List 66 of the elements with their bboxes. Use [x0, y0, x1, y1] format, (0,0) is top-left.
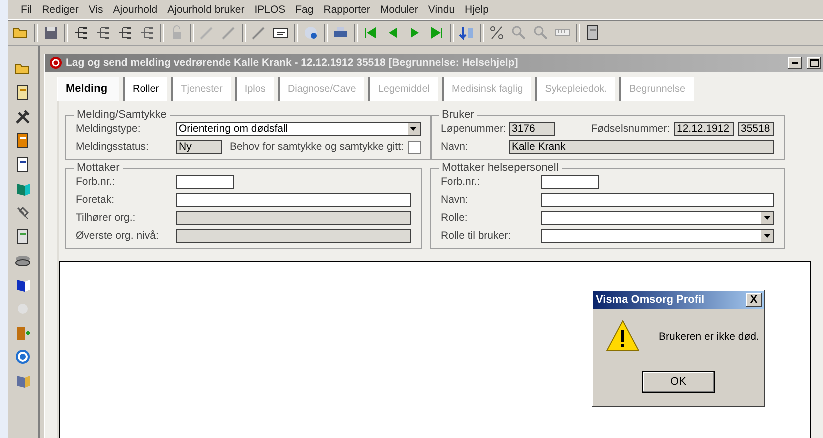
field-label: Forb.nr.:: [441, 176, 482, 188]
field-label: Navn:: [441, 194, 470, 206]
field-label: Tilhører org.:: [76, 212, 137, 224]
field-label: Forb.nr.:: [76, 176, 116, 188]
date-field: 12.12.1912: [674, 122, 734, 136]
save-icon[interactable]: [42, 24, 60, 42]
field-label: Meldingstype:: [76, 123, 142, 135]
stop-icon: [49, 56, 63, 70]
menu-item[interactable]: Rediger: [37, 4, 84, 16]
maximize-button[interactable]: [807, 57, 821, 69]
input-field[interactable]: [176, 175, 234, 189]
sort-icon[interactable]: [458, 24, 476, 42]
menu-item[interactable]: Ajourhold: [108, 4, 163, 16]
window-title: Lag og send melding vedrørende Kalle Krank - 12.12.1912 35518 [Begrunnelse: Helsehjelp]: [66, 57, 520, 69]
menu-item[interactable]: IPLOS: [250, 4, 291, 16]
input-field[interactable]: [541, 175, 599, 189]
status-field: Ny: [176, 140, 222, 154]
tree-icon[interactable]: [116, 24, 134, 42]
menu-item[interactable]: Rapporter: [318, 4, 376, 16]
caret-icon: [410, 127, 418, 131]
tree-icon[interactable]: [138, 24, 156, 42]
dialog-message: Brukeren er ikke død.: [659, 331, 760, 343]
minimize-icon: [792, 62, 798, 64]
checkbox[interactable]: [408, 140, 421, 154]
field-label: Løpenummer:: [441, 123, 505, 135]
menu-item[interactable]: Fag: [290, 4, 319, 16]
dropdown-field[interactable]: [541, 211, 774, 225]
input-field[interactable]: [176, 193, 411, 207]
caret-icon: [764, 234, 770, 238]
tree-icon[interactable]: [94, 24, 112, 42]
minimize-button[interactable]: [788, 57, 802, 69]
checkbox-label: Behov for samtykke og samtykke gitt:: [230, 141, 404, 153]
field-label: Rolle:: [441, 212, 469, 224]
menu-item[interactable]: Fil: [16, 4, 38, 16]
caret-icon: [764, 216, 770, 220]
globe-icon[interactable]: [302, 24, 320, 42]
tree-icon[interactable]: [72, 24, 90, 42]
name-field: Kalle Krank: [509, 140, 774, 154]
menu-item[interactable]: Ajourhold bruker: [162, 4, 250, 16]
number-field: 35518: [738, 122, 774, 136]
ok-button[interactable]: OK: [642, 371, 715, 393]
field-label: Navn:: [441, 141, 470, 153]
group-title: Bruker: [441, 109, 476, 121]
field-label: Øverste org. nivå:: [76, 230, 160, 242]
group-title: Mottaker helsepersonell: [441, 162, 560, 174]
field-label: Rolle til bruker:: [441, 230, 512, 242]
menu-item[interactable]: Vindu: [423, 4, 460, 16]
tools-icon[interactable]: [14, 108, 32, 126]
field-label: Meldingsstatus:: [76, 141, 150, 153]
tab[interactable]: Roller: [123, 77, 168, 101]
percent-icon[interactable]: [488, 24, 506, 42]
menu-item[interactable]: Moduler: [375, 4, 424, 16]
field-label: Fødselsnummer:: [591, 123, 670, 135]
maximize-icon: [810, 59, 818, 67]
menu-item[interactable]: Hjelp: [460, 4, 494, 16]
number-field: 3176: [509, 122, 555, 136]
tab[interactable]: Melding: [57, 77, 119, 101]
close-button[interactable]: X: [746, 293, 762, 307]
group-title: Melding/Samtykke: [76, 109, 168, 121]
menu-item[interactable]: Vis: [84, 4, 108, 16]
dialog-title: Visma Omsorg Profil: [596, 294, 705, 306]
input-field[interactable]: [541, 193, 774, 207]
dropdown-field[interactable]: Orientering om dødsfall: [176, 122, 421, 136]
dropdown-field[interactable]: [541, 229, 774, 243]
field-label: Foretak:: [76, 194, 116, 206]
group-title: Mottaker: [76, 162, 121, 174]
